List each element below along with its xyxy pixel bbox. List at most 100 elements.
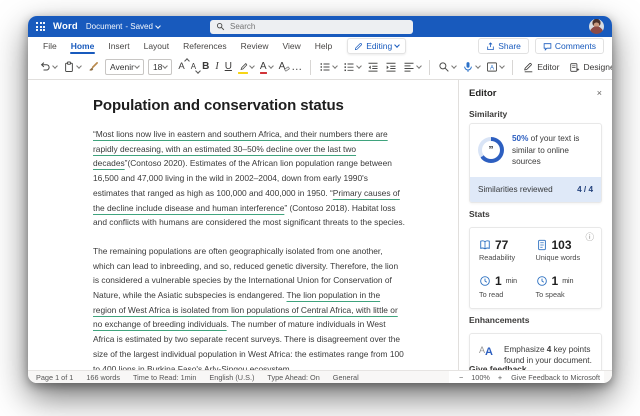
tab-help[interactable]: Help — [308, 37, 339, 55]
numbered-list-button[interactable] — [341, 60, 363, 74]
status-bar-right: − 100% + Give Feedback to Microsoft — [449, 371, 604, 383]
decrease-indent-button[interactable] — [365, 60, 381, 74]
to-speak-unit: min — [562, 278, 573, 285]
shrink-font-button[interactable]: A — [189, 62, 198, 72]
tab-home[interactable]: Home — [64, 37, 102, 55]
more-formatting-button[interactable]: … — [289, 61, 304, 74]
similarity-card[interactable]: ” 50% of your text is similar to online … — [469, 123, 602, 203]
chevron-down-icon — [155, 23, 161, 29]
unique-words-label: Unique words — [536, 253, 593, 262]
similarities-reviewed-row: Similarities reviewed 4 / 4 — [470, 177, 601, 202]
italic-button[interactable]: I — [213, 61, 220, 73]
grow-font-icon: A — [178, 62, 184, 72]
clear-formatting-icon: A — [279, 62, 286, 72]
bold-button[interactable]: B — [200, 61, 211, 73]
search-box[interactable] — [210, 20, 413, 34]
alignment-button[interactable] — [401, 60, 423, 74]
undo-icon — [39, 61, 51, 73]
font-size-select[interactable]: 18 — [148, 59, 172, 75]
editor-pane-title: Editor — [469, 88, 496, 99]
word-app-window: Word Document - Saved File Home Insert L… — [28, 16, 612, 383]
app-name[interactable]: Word — [53, 21, 78, 32]
italic-icon: I — [215, 62, 218, 72]
increase-indent-button[interactable] — [383, 60, 399, 74]
tab-references[interactable]: References — [176, 37, 233, 55]
undo-button[interactable] — [37, 60, 59, 74]
font-name-select[interactable]: Avenir — [105, 59, 144, 75]
language-status[interactable]: English (U.S.) — [209, 373, 254, 382]
font-size-value: 18 — [153, 62, 162, 72]
user-avatar[interactable] — [589, 19, 604, 34]
editor-pane: Editor × Similarity ” 50% of your text i… — [458, 80, 612, 370]
document-canvas[interactable]: Population and conservation status “Most… — [28, 80, 458, 370]
underline-button[interactable]: U — [223, 61, 234, 73]
clipboard-icon — [63, 61, 75, 73]
format-painter-button[interactable] — [85, 60, 101, 74]
chevron-down-icon — [451, 63, 457, 69]
comments-button[interactable]: Comments — [535, 38, 604, 54]
similarity-text: 50% of your text is similar to online so… — [512, 133, 593, 168]
clear-formatting-button[interactable]: A — [277, 61, 288, 73]
numbered-list-icon — [343, 61, 355, 73]
menu-right-group: Share Comments — [478, 38, 604, 54]
save-status: - Saved — [125, 22, 153, 31]
feedback-to-microsoft-link[interactable]: Give Feedback to Microsoft — [511, 373, 600, 382]
zoom-out-button[interactable]: − — [459, 373, 463, 382]
highlight-button[interactable] — [236, 61, 256, 73]
share-button[interactable]: Share — [478, 38, 529, 54]
align-left-icon — [403, 61, 415, 73]
share-label: Share — [498, 41, 521, 51]
tab-layout[interactable]: Layout — [137, 37, 177, 55]
font-color-button[interactable]: A — [258, 61, 275, 73]
chevron-down-icon — [356, 63, 362, 69]
stat-to-read: 1 min To read — [479, 275, 536, 299]
chevron-down-icon — [134, 63, 140, 69]
search-icon — [438, 61, 450, 73]
document-page: Population and conservation status “Most… — [93, 97, 405, 370]
tab-file[interactable]: File — [36, 37, 64, 55]
tab-insert[interactable]: Insert — [101, 37, 136, 55]
find-button[interactable] — [436, 60, 458, 74]
zoom-in-button[interactable]: + — [498, 373, 502, 382]
give-feedback-link[interactable]: Give feedback — [469, 364, 527, 370]
editing-mode-label: Editing — [366, 41, 392, 51]
dictate-button[interactable] — [460, 60, 482, 74]
to-read-label: To read — [479, 290, 536, 299]
document-mode-status[interactable]: General — [333, 373, 359, 382]
page-count-status[interactable]: Page 1 of 1 — [36, 373, 73, 382]
clock-icon — [479, 275, 491, 287]
ribbon-tab-bar: File Home Insert Layout References Revie… — [28, 37, 612, 55]
zoom-control: − 100% + — [459, 373, 502, 382]
to-speak-label: To speak — [536, 290, 593, 299]
designer-button[interactable]: Designer — [565, 60, 612, 75]
styles-button[interactable]: A — [484, 60, 506, 74]
close-icon[interactable]: × — [597, 89, 602, 98]
chevron-down-icon — [268, 63, 274, 69]
chevron-down-icon — [52, 63, 58, 69]
tab-view[interactable]: View — [275, 37, 307, 55]
paragraph-1: “Most lions now live in eastern and sout… — [93, 127, 405, 230]
document-title[interactable]: Document - Saved — [86, 22, 160, 31]
type-ahead-status[interactable]: Type Ahead: On — [267, 373, 319, 382]
time-to-read-status[interactable]: Time to Read: 1min — [133, 373, 196, 382]
editing-mode-button[interactable]: Editing — [347, 38, 406, 54]
paste-button[interactable] — [61, 60, 83, 74]
formatting-toolbar: Avenir 18 A A B I U — [28, 55, 612, 80]
stat-readability: 77 Readability — [479, 239, 536, 263]
bullet-list-button[interactable] — [317, 60, 339, 74]
similarity-section-label: Similarity — [459, 103, 612, 123]
clock-icon — [536, 275, 548, 287]
tab-review[interactable]: Review — [234, 37, 276, 55]
info-icon[interactable]: ⓘ — [585, 233, 594, 242]
paintbrush-icon — [87, 61, 99, 73]
app-launcher-icon[interactable] — [36, 22, 45, 31]
editor-button[interactable]: Editor — [519, 60, 563, 75]
document-icon — [536, 239, 548, 251]
readability-value: 77 — [495, 239, 508, 251]
zoom-level[interactable]: 100% — [471, 373, 490, 382]
grow-font-button[interactable]: A — [176, 61, 186, 73]
chevron-down-icon — [499, 63, 505, 69]
word-count-status[interactable]: 166 words — [86, 373, 120, 382]
search-input[interactable] — [230, 22, 390, 31]
increase-indent-icon — [385, 61, 397, 73]
